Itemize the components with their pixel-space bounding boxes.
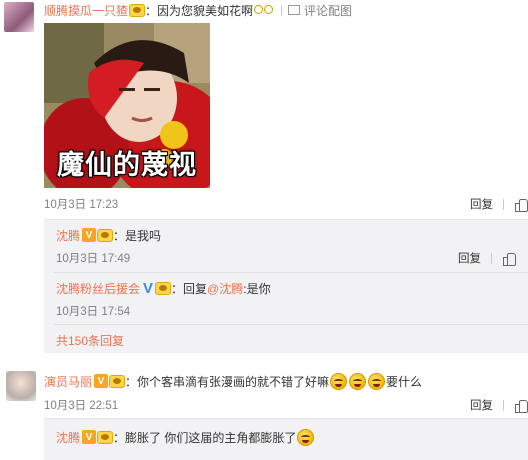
- reply-prefix: 回复: [183, 281, 208, 296]
- vip-badge-icon: [97, 228, 114, 242]
- comment-header: 演员马丽 V ： 你个客串滴有张漫画的就不错了好嘛 要什么: [44, 372, 422, 390]
- comment-header: 顺腾摸瓜一只猹 ： 因为您貌美如花啊 评论配图: [44, 2, 352, 18]
- comment-author[interactable]: 顺腾摸瓜一只猹: [44, 2, 128, 19]
- separator: ：: [113, 430, 126, 445]
- reply-author[interactable]: 沈腾: [56, 227, 80, 244]
- divider: [503, 198, 504, 210]
- divider: [54, 324, 528, 325]
- divider: [491, 252, 492, 264]
- reply-time: 10月3日 17:49: [56, 253, 131, 265]
- divider: [503, 399, 504, 411]
- reply-text: 是我吗: [125, 228, 162, 243]
- comment-actions: 回复: [470, 397, 528, 413]
- verified-v-icon: V: [94, 374, 109, 388]
- comment-time: 10月3日 17:23: [44, 199, 119, 211]
- reply-2-header: 沈腾粉丝后援会 V ： 回复 @沈腾 :是你: [56, 279, 271, 297]
- reply-author[interactable]: 沈腾粉丝后援会: [56, 280, 140, 297]
- laugh-emoji-icon: [368, 372, 386, 390]
- meme-image[interactable]: 魔仙的蔑视: [44, 23, 210, 188]
- avatar[interactable]: [6, 371, 36, 401]
- comment-actions: 回复: [470, 196, 528, 212]
- comment-text: 因为您貌美如花啊: [157, 3, 254, 18]
- reply-actions: 回复: [458, 250, 516, 266]
- verified-v-icon: V: [143, 279, 154, 297]
- like-icon[interactable]: [514, 198, 528, 212]
- separator: ：: [113, 228, 126, 243]
- image-icon: [288, 5, 301, 15]
- glasses-icon: [253, 3, 275, 17]
- vip-badge-icon: [109, 374, 126, 388]
- laugh-emoji-icon: [349, 372, 367, 390]
- verified-v-icon: V: [82, 430, 97, 444]
- comment-time: 10月3日 22:51: [44, 400, 119, 412]
- reply-button[interactable]: 回复: [470, 397, 493, 413]
- like-icon[interactable]: [502, 252, 516, 266]
- comment-author[interactable]: 演员马丽: [44, 373, 92, 390]
- reply-1-header: 沈腾 V ： 是我吗: [56, 227, 161, 243]
- separator: ：: [145, 3, 158, 18]
- reply-text: 膨胀了 你们这届的主角都膨胀了: [125, 430, 297, 445]
- reply-button[interactable]: 回复: [458, 250, 481, 266]
- verified-v-icon: V: [82, 228, 97, 242]
- avatar[interactable]: [4, 2, 34, 32]
- vip-badge-icon: [155, 281, 172, 295]
- vip-badge-icon: [97, 430, 114, 444]
- vip-badge-icon: [129, 3, 146, 17]
- divider: [54, 272, 528, 273]
- comment-text: 你个客串滴有张漫画的就不错了好嘛: [137, 374, 330, 389]
- mention-link[interactable]: @沈腾: [207, 280, 243, 297]
- reply-button[interactable]: 回复: [470, 196, 493, 212]
- more-replies-link[interactable]: 共150条回复: [56, 332, 124, 348]
- reply-author[interactable]: 沈腾: [56, 429, 80, 446]
- laugh-emoji-icon: [330, 372, 348, 390]
- like-icon[interactable]: [514, 399, 528, 413]
- meme-caption: 魔仙的蔑视: [57, 150, 197, 181]
- reply-time: 10月3日 17:54: [56, 306, 131, 318]
- reply-3-header: 沈腾 V ： 膨胀了 你们这届的主角都膨胀了: [56, 428, 315, 446]
- separator: ：: [171, 281, 184, 296]
- comment-text-tail: 要什么: [386, 374, 423, 389]
- sweat-emoji-icon: [297, 428, 315, 446]
- separator: ：: [125, 374, 138, 389]
- comment-image-link[interactable]: 评论配图: [304, 2, 352, 19]
- divider: [281, 4, 283, 16]
- reply-text: :是你: [243, 281, 271, 296]
